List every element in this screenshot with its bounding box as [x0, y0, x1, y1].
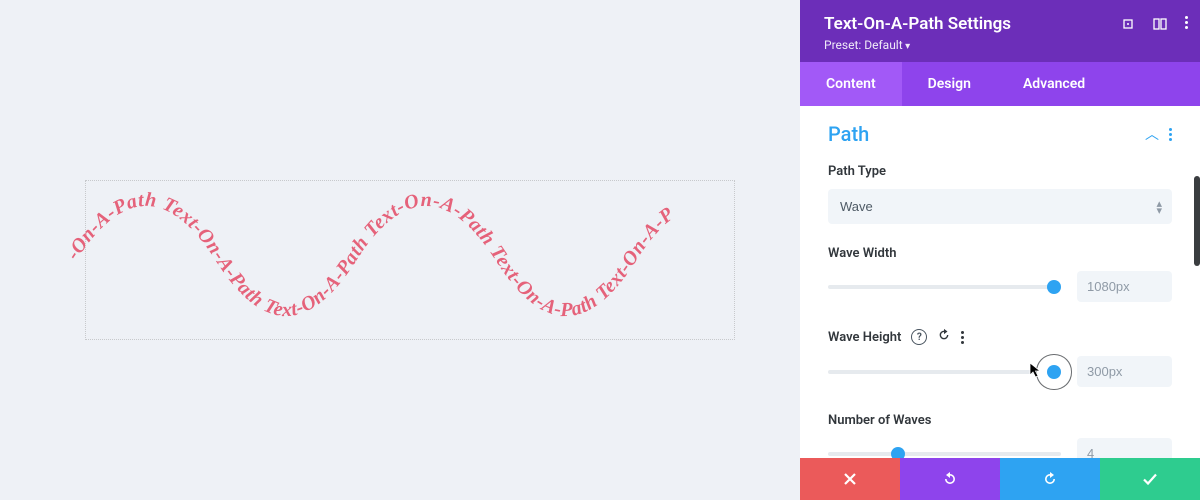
- section-header[interactable]: Path ︿: [828, 122, 1172, 146]
- path-type-label: Path Type: [828, 164, 1172, 179]
- scrollbar[interactable]: [1194, 176, 1200, 266]
- section-menu-icon[interactable]: [1169, 128, 1172, 141]
- section-title: Path: [828, 122, 869, 146]
- wave-width-label: Wave Width: [828, 246, 1172, 261]
- snap-icon[interactable]: [1153, 16, 1167, 35]
- panel-footer: [800, 458, 1200, 500]
- wave-width-slider[interactable]: [828, 285, 1061, 289]
- tab-advanced[interactable]: Advanced: [997, 62, 1111, 106]
- field-menu-icon[interactable]: [961, 331, 964, 344]
- cancel-button[interactable]: [800, 458, 900, 500]
- preview-canvas: -On-A-Path Text-On-A-Path Text-On-A-Path…: [0, 0, 800, 500]
- text-on-path-preview: -On-A-Path Text-On-A-Path Text-On-A-Path…: [86, 181, 736, 341]
- undo-button[interactable]: [900, 458, 1000, 500]
- help-icon[interactable]: ?: [911, 329, 927, 345]
- wave-height-value[interactable]: [1077, 356, 1172, 387]
- number-of-waves-value[interactable]: [1077, 438, 1172, 458]
- path-type-select[interactable]: Wave: [828, 189, 1172, 224]
- expand-icon[interactable]: [1121, 16, 1135, 35]
- wave-height-label: Wave Height ?: [828, 328, 1172, 346]
- preset-dropdown[interactable]: Preset: Default: [824, 38, 1176, 52]
- tab-design[interactable]: Design: [902, 62, 997, 106]
- number-of-waves-slider[interactable]: [828, 452, 1061, 456]
- save-button[interactable]: [1100, 458, 1200, 500]
- svg-text:-On-A-Path Text-On-A-Path Text: -On-A-Path Text-On-A-Path Text-On-A-Path…: [62, 189, 679, 321]
- number-of-waves-thumb[interactable]: [891, 447, 905, 459]
- number-of-waves-label: Number of Waves: [828, 413, 1172, 428]
- module-bounding-box[interactable]: -On-A-Path Text-On-A-Path Text-On-A-Path…: [85, 180, 735, 340]
- panel-header: Text-On-A-Path Settings Preset: Default: [800, 0, 1200, 62]
- tab-content[interactable]: Content: [800, 62, 902, 106]
- redo-button[interactable]: [1000, 458, 1100, 500]
- settings-panel: Text-On-A-Path Settings Preset: Default …: [800, 0, 1200, 500]
- chevron-up-icon[interactable]: ︿: [1145, 124, 1159, 144]
- wave-height-thumb[interactable]: [1047, 365, 1061, 379]
- wave-height-slider[interactable]: [828, 370, 1061, 374]
- wave-width-thumb[interactable]: [1047, 280, 1061, 294]
- reset-icon[interactable]: [937, 328, 951, 346]
- panel-tabs: Content Design Advanced: [800, 62, 1200, 106]
- panel-body: Path ︿ Path Type Wave ▴▾ Wave Width Wave…: [800, 106, 1200, 458]
- panel-menu-icon[interactable]: [1185, 16, 1188, 35]
- wave-width-value[interactable]: [1077, 271, 1172, 302]
